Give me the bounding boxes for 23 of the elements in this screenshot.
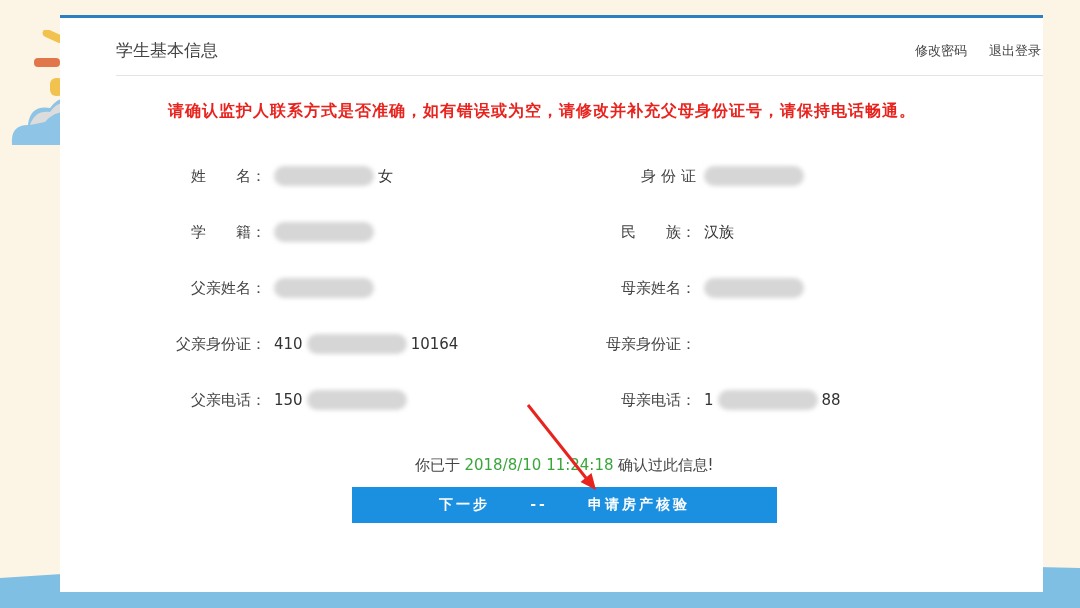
- field-label: 身 份 证: [640, 165, 696, 187]
- field-value: 汉族: [704, 221, 734, 243]
- field-label: 学 籍：: [190, 221, 266, 243]
- field-value: 410: [274, 333, 303, 355]
- field-label: 父亲电话：: [190, 389, 266, 411]
- notice-text: 请确认监护人联系方式是否准确，如有错误或为空，请修改并补充父母身份证号，请保持电话畅通。: [166, 100, 917, 122]
- field-label: 母亲姓名：: [620, 277, 696, 299]
- page-title: 学生基本信息: [116, 38, 218, 62]
- field-label: 民 族：: [620, 221, 696, 243]
- field-label: 姓 名：: [190, 165, 266, 187]
- header-link[interactable]: 退出登录: [989, 40, 1041, 61]
- field-value: 150: [274, 389, 303, 411]
- field-label: 母亲身份证：: [605, 333, 696, 355]
- field-label: 父亲身份证：: [175, 333, 266, 355]
- field-label: 父亲姓名：: [190, 277, 266, 299]
- field-label: 母亲电话：: [620, 389, 696, 411]
- field-value: 女: [378, 165, 393, 187]
- confirm-text: 你已于: [415, 455, 461, 476]
- field-value: 10164: [410, 333, 459, 355]
- field-value: 1: [704, 389, 714, 411]
- header-link[interactable]: 修改密码: [915, 40, 967, 61]
- field-value: 88: [821, 389, 841, 411]
- confirm-text: 确认过此信息!: [617, 455, 714, 476]
